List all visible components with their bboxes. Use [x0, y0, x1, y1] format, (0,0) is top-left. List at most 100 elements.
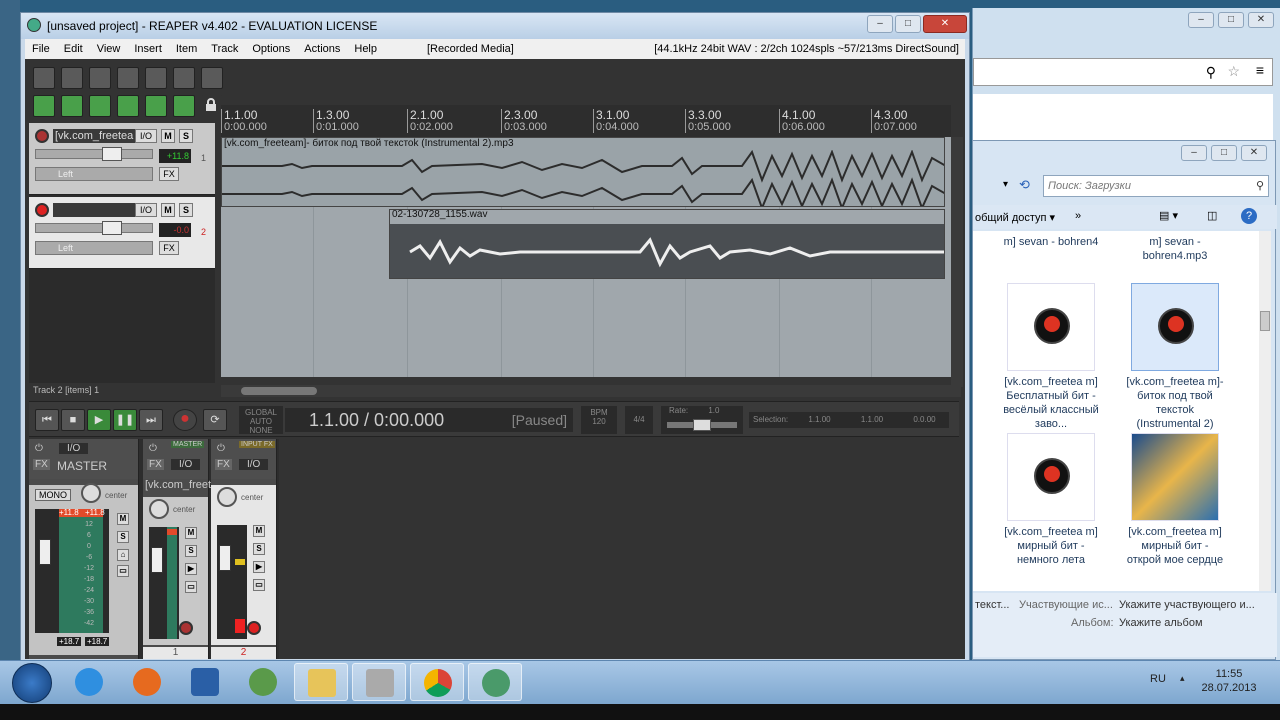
solo-button[interactable]: S: [179, 203, 193, 217]
file-item[interactable]: [vk.com_freetea m] мирный бит - открой м…: [1125, 433, 1225, 567]
mute-button[interactable]: M: [185, 527, 197, 539]
volume-fader[interactable]: [35, 221, 153, 235]
menu-view[interactable]: View: [90, 43, 128, 55]
search-icon[interactable]: ⚲: [1256, 179, 1264, 192]
route-icon[interactable]: ⌂: [117, 549, 129, 561]
selection-box[interactable]: Selection: 1.1.00 1.1.00 0.0.00: [749, 412, 949, 428]
metronome-icon[interactable]: [201, 67, 223, 89]
maximize-button[interactable]: □: [1211, 145, 1237, 161]
more-chevron-icon[interactable]: »: [1075, 210, 1081, 222]
audio-device-info[interactable]: [44.1kHz 24bit WAV : 2/2ch 1024spls ~57/…: [654, 43, 959, 55]
preview-pane-icon[interactable]: ◫: [1207, 209, 1217, 222]
snap-icon[interactable]: [33, 95, 55, 117]
details-album-value[interactable]: Укажите альбом: [1119, 617, 1203, 629]
record-arm-button[interactable]: [35, 129, 49, 143]
io-button[interactable]: I/O: [135, 129, 157, 143]
strip-fader-knob[interactable]: [219, 545, 231, 571]
mute-button[interactable]: M: [253, 525, 265, 537]
menu-edit[interactable]: Edit: [57, 43, 90, 55]
global-auto-box[interactable]: GLOBAL AUTO NONE: [239, 406, 283, 435]
fx-button[interactable]: FX: [159, 167, 179, 181]
menu-item[interactable]: Item: [169, 43, 204, 55]
master-fader-knob[interactable]: [39, 539, 51, 565]
mute-button[interactable]: M: [161, 203, 175, 217]
pan-knob[interactable]: [149, 499, 169, 519]
pan-knob[interactable]: [217, 487, 237, 507]
menu-insert[interactable]: Insert: [127, 43, 169, 55]
timeline-ruler[interactable]: 1.1.00 0:00.000 1.3.00 0:01.000 2.1.00 0:02…: [221, 105, 951, 137]
solo-button[interactable]: S: [179, 129, 193, 143]
taskbar-recorder[interactable]: [352, 663, 406, 701]
search-icon[interactable]: ⚲: [1206, 64, 1216, 81]
redo-icon[interactable]: [173, 67, 195, 89]
save-project-icon[interactable]: [89, 67, 111, 89]
mixer-strip-2[interactable]: ⏻ INPUT FX FX I/O center M S ▶ ▭ 2: [211, 439, 277, 659]
taskbar-reaper[interactable]: [468, 663, 522, 701]
minimize-button[interactable]: –: [867, 15, 893, 33]
pan-knob[interactable]: [81, 483, 101, 503]
clock[interactable]: 11:55 28.07.2013: [1194, 667, 1264, 695]
envelope-icon[interactable]: ▭: [253, 579, 265, 591]
lock-icon[interactable]: [201, 95, 223, 117]
scroll-thumb[interactable]: [1260, 311, 1270, 331]
go-to-start-button[interactable]: ⏮: [35, 409, 59, 431]
fx-button[interactable]: FX: [147, 459, 164, 470]
taskbar-ie[interactable]: [62, 663, 116, 701]
media-item-wav[interactable]: 02-130728_1155.wav: [389, 209, 945, 279]
strip-fader-knob[interactable]: [151, 547, 163, 573]
power-icon[interactable]: ⏻: [217, 443, 225, 454]
loop-icon[interactable]: [173, 95, 195, 117]
menu-icon[interactable]: ≡: [1256, 62, 1264, 78]
menu-file[interactable]: File: [25, 43, 57, 55]
power-icon[interactable]: ⏻: [35, 443, 43, 454]
strip-name[interactable]: [vk.com_freet: [145, 479, 211, 491]
new-project-icon[interactable]: [33, 67, 55, 89]
mute-button[interactable]: M: [161, 129, 175, 143]
file-item-selected[interactable]: [vk.com_freetea m]- биток под твой текст…: [1125, 283, 1225, 431]
record-button[interactable]: ●: [173, 409, 197, 431]
rate-box[interactable]: Rate: 1.0: [661, 406, 743, 434]
mono-button[interactable]: MONO: [35, 489, 71, 501]
file-item[interactable]: m] sevan - bohren4: [1001, 235, 1101, 249]
solo-button[interactable]: S: [253, 543, 265, 555]
close-button[interactable]: ✕: [1248, 12, 1274, 28]
taskbar-explorer[interactable]: [294, 663, 348, 701]
vertical-scrollbar[interactable]: [951, 137, 963, 387]
pan-slider[interactable]: Left: [35, 241, 153, 255]
mixer-strip-1[interactable]: ⏻ MASTER FX I/O [vk.com_freet center M S: [143, 439, 211, 659]
file-item[interactable]: [vk.com_freetea m] Бесплатный бит - весё…: [1001, 283, 1101, 431]
io-button[interactable]: I/O: [59, 443, 89, 454]
menu-help[interactable]: Help: [347, 43, 384, 55]
pan-slider[interactable]: Left: [35, 167, 153, 181]
rate-slider[interactable]: [667, 419, 737, 431]
close-button[interactable]: ✕: [923, 15, 967, 33]
open-project-icon[interactable]: [61, 67, 83, 89]
mute-button[interactable]: M: [117, 513, 129, 525]
menu-options[interactable]: Options: [245, 43, 297, 55]
item-grouping-icon[interactable]: [117, 95, 139, 117]
envelope-icon[interactable]: ▭: [185, 581, 197, 593]
language-indicator[interactable]: RU: [1150, 673, 1166, 685]
master-strip[interactable]: ⏻ I/O FX MASTER MONO center +11.8 +11.8: [29, 439, 139, 659]
scroll-thumb[interactable]: [241, 387, 317, 395]
bpm-box[interactable]: BPM 120: [581, 406, 617, 434]
file-item[interactable]: [vk.com_freetea m] мирный бит - немного …: [1001, 433, 1101, 567]
details-field-value[interactable]: Укажите участвующего и...: [1119, 599, 1255, 611]
file-item[interactable]: m] sevan - bohren4.mp3: [1125, 235, 1225, 263]
play-button[interactable]: ▶: [87, 409, 111, 431]
close-button[interactable]: ✕: [1241, 145, 1267, 161]
solo-button[interactable]: S: [185, 545, 197, 557]
io-button[interactable]: I/O: [239, 459, 269, 470]
power-icon[interactable]: ⏻: [149, 443, 157, 454]
ripple-edit-icon[interactable]: [61, 95, 83, 117]
taskbar-chrome[interactable]: [410, 663, 464, 701]
reaper-window[interactable]: [unsaved project] - REAPER v4.402 - EVAL…: [20, 12, 970, 662]
search-input[interactable]: Поиск: Загрузки ⚲: [1043, 175, 1269, 197]
fx-button[interactable]: FX: [215, 459, 232, 470]
envelope-icon[interactable]: ▭: [117, 565, 129, 577]
time-signature[interactable]: 4/4: [625, 406, 653, 434]
go-to-end-button[interactable]: ⏭: [139, 409, 163, 431]
arrange-view[interactable]: [vk.com_freeteam]- биток под твой тексто…: [221, 137, 951, 377]
star-icon[interactable]: ☆: [1227, 63, 1240, 80]
rate-slider-knob[interactable]: [693, 419, 711, 431]
